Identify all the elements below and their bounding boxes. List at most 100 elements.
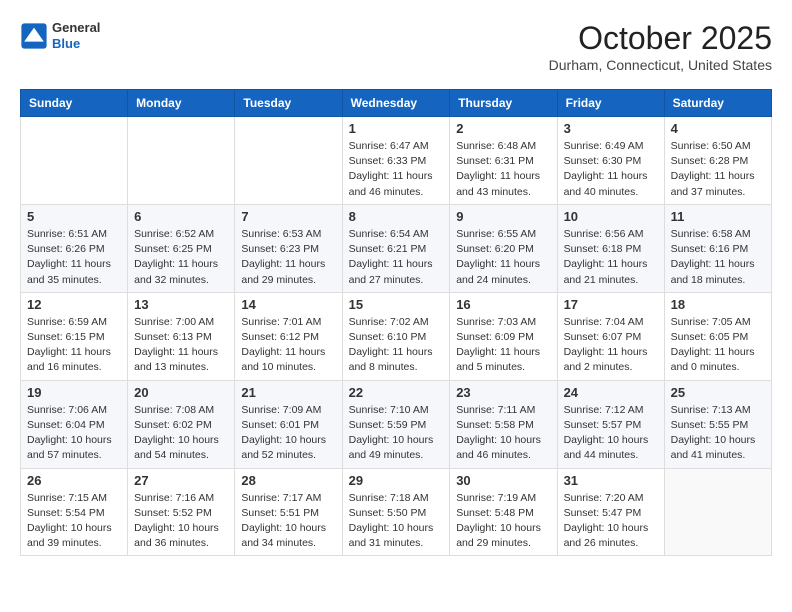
calendar-cell: 21 Sunrise: 7:09 AM Sunset: 6:01 PM Dayli… xyxy=(235,380,342,468)
day-info: Sunrise: 6:54 AM Sunset: 6:21 PM Dayligh… xyxy=(349,227,444,288)
logo-text: General Blue xyxy=(52,20,100,51)
calendar-cell: 1 Sunrise: 6:47 AM Sunset: 6:33 PM Daylig… xyxy=(342,117,450,205)
day-info: Sunrise: 6:48 AM Sunset: 6:31 PM Dayligh… xyxy=(456,139,550,200)
day-number: 30 xyxy=(456,473,550,488)
calendar-cell: 15 Sunrise: 7:02 AM Sunset: 6:10 PM Dayli… xyxy=(342,292,450,380)
day-number: 21 xyxy=(241,385,335,400)
day-info: Sunrise: 7:01 AM Sunset: 6:12 PM Dayligh… xyxy=(241,315,335,376)
calendar-cell: 28 Sunrise: 7:17 AM Sunset: 5:51 PM Dayli… xyxy=(235,468,342,556)
day-info: Sunrise: 7:05 AM Sunset: 6:05 PM Dayligh… xyxy=(671,315,765,376)
calendar-cell: 14 Sunrise: 7:01 AM Sunset: 6:12 PM Dayli… xyxy=(235,292,342,380)
day-number: 18 xyxy=(671,297,765,312)
calendar-cell: 23 Sunrise: 7:11 AM Sunset: 5:58 PM Dayli… xyxy=(450,380,557,468)
day-number: 8 xyxy=(349,209,444,224)
calendar-cell: 6Sunrise: 6:52 AM Sunset: 6:25 PM Daylig… xyxy=(128,204,235,292)
calendar-cell: 8 Sunrise: 6:54 AM Sunset: 6:21 PM Daylig… xyxy=(342,204,450,292)
weekday-header: Saturday xyxy=(664,90,771,117)
calendar-cell: 18 Sunrise: 7:05 AM Sunset: 6:05 PM Dayli… xyxy=(664,292,771,380)
calendar-cell: 22 Sunrise: 7:10 AM Sunset: 5:59 PM Dayli… xyxy=(342,380,450,468)
day-number: 26 xyxy=(27,473,121,488)
day-info: Sunrise: 7:03 AM Sunset: 6:09 PM Dayligh… xyxy=(456,315,550,376)
calendar-week-row: 26 Sunrise: 7:15 AM Sunset: 5:54 PM Dayli… xyxy=(21,468,772,556)
weekday-header: Wednesday xyxy=(342,90,450,117)
location: Durham, Connecticut, United States xyxy=(549,57,772,73)
day-info: Sunrise: 6:51 AM Sunset: 6:26 PM Dayligh… xyxy=(27,227,121,288)
month-title: October 2025 xyxy=(549,20,772,57)
day-number: 11 xyxy=(671,209,765,224)
title-block: October 2025 Durham, Connecticut, United… xyxy=(549,20,772,73)
day-info: Sunrise: 6:53 AM Sunset: 6:23 PM Dayligh… xyxy=(241,227,335,288)
day-number: 6 xyxy=(134,209,228,224)
calendar-cell: 30 Sunrise: 7:19 AM Sunset: 5:48 PM Dayli… xyxy=(450,468,557,556)
day-number: 12 xyxy=(27,297,121,312)
day-number: 23 xyxy=(456,385,550,400)
calendar-cell xyxy=(21,117,128,205)
day-number: 7 xyxy=(241,209,335,224)
day-number: 31 xyxy=(564,473,658,488)
day-number: 5 xyxy=(27,209,121,224)
calendar-cell: 9Sunrise: 6:55 AM Sunset: 6:20 PM Daylig… xyxy=(450,204,557,292)
day-info: Sunrise: 7:04 AM Sunset: 6:07 PM Dayligh… xyxy=(564,315,658,376)
day-number: 22 xyxy=(349,385,444,400)
logo-icon xyxy=(20,22,48,50)
day-info: Sunrise: 7:09 AM Sunset: 6:01 PM Dayligh… xyxy=(241,403,335,464)
day-number: 29 xyxy=(349,473,444,488)
logo-blue: Blue xyxy=(52,36,100,52)
calendar-cell: 17 Sunrise: 7:04 AM Sunset: 6:07 PM Dayli… xyxy=(557,292,664,380)
day-info: Sunrise: 7:10 AM Sunset: 5:59 PM Dayligh… xyxy=(349,403,444,464)
day-info: Sunrise: 6:59 AM Sunset: 6:15 PM Dayligh… xyxy=(27,315,121,376)
day-number: 2 xyxy=(456,121,550,136)
calendar-cell: 16 Sunrise: 7:03 AM Sunset: 6:09 PM Dayli… xyxy=(450,292,557,380)
day-info: Sunrise: 7:13 AM Sunset: 5:55 PM Dayligh… xyxy=(671,403,765,464)
calendar-cell: 4Sunrise: 6:50 AM Sunset: 6:28 PM Daylig… xyxy=(664,117,771,205)
day-info: Sunrise: 7:19 AM Sunset: 5:48 PM Dayligh… xyxy=(456,491,550,552)
calendar-cell: 11 Sunrise: 6:58 AM Sunset: 6:16 PM Dayli… xyxy=(664,204,771,292)
calendar-cell: 31 Sunrise: 7:20 AM Sunset: 5:47 PM Dayli… xyxy=(557,468,664,556)
day-number: 14 xyxy=(241,297,335,312)
day-info: Sunrise: 7:02 AM Sunset: 6:10 PM Dayligh… xyxy=(349,315,444,376)
calendar-week-row: 5 Sunrise: 6:51 AM Sunset: 6:26 PM Daylig… xyxy=(21,204,772,292)
day-info: Sunrise: 7:15 AM Sunset: 5:54 PM Dayligh… xyxy=(27,491,121,552)
calendar-cell: 3Sunrise: 6:49 AM Sunset: 6:30 PM Daylig… xyxy=(557,117,664,205)
weekday-header: Tuesday xyxy=(235,90,342,117)
day-info: Sunrise: 7:06 AM Sunset: 6:04 PM Dayligh… xyxy=(27,403,121,464)
day-info: Sunrise: 6:55 AM Sunset: 6:20 PM Dayligh… xyxy=(456,227,550,288)
calendar-cell: 20 Sunrise: 7:08 AM Sunset: 6:02 PM Dayli… xyxy=(128,380,235,468)
day-info: Sunrise: 6:56 AM Sunset: 6:18 PM Dayligh… xyxy=(564,227,658,288)
day-number: 4 xyxy=(671,121,765,136)
calendar-table: SundayMondayTuesdayWednesdayThursdayFrid… xyxy=(20,89,772,556)
day-info: Sunrise: 7:11 AM Sunset: 5:58 PM Dayligh… xyxy=(456,403,550,464)
weekday-header: Friday xyxy=(557,90,664,117)
day-number: 20 xyxy=(134,385,228,400)
day-number: 25 xyxy=(671,385,765,400)
day-info: Sunrise: 7:18 AM Sunset: 5:50 PM Dayligh… xyxy=(349,491,444,552)
day-info: Sunrise: 6:47 AM Sunset: 6:33 PM Dayligh… xyxy=(349,139,444,200)
day-info: Sunrise: 6:49 AM Sunset: 6:30 PM Dayligh… xyxy=(564,139,658,200)
day-info: Sunrise: 7:16 AM Sunset: 5:52 PM Dayligh… xyxy=(134,491,228,552)
calendar-week-row: 1 Sunrise: 6:47 AM Sunset: 6:33 PM Daylig… xyxy=(21,117,772,205)
day-number: 17 xyxy=(564,297,658,312)
day-info: Sunrise: 7:17 AM Sunset: 5:51 PM Dayligh… xyxy=(241,491,335,552)
weekday-header: Monday xyxy=(128,90,235,117)
day-info: Sunrise: 6:58 AM Sunset: 6:16 PM Dayligh… xyxy=(671,227,765,288)
calendar-cell: 19 Sunrise: 7:06 AM Sunset: 6:04 PM Dayli… xyxy=(21,380,128,468)
day-number: 16 xyxy=(456,297,550,312)
calendar-cell: 12 Sunrise: 6:59 AM Sunset: 6:15 PM Dayli… xyxy=(21,292,128,380)
calendar-cell: 26 Sunrise: 7:15 AM Sunset: 5:54 PM Dayli… xyxy=(21,468,128,556)
logo: General Blue xyxy=(20,20,100,51)
weekday-header: Sunday xyxy=(21,90,128,117)
day-number: 28 xyxy=(241,473,335,488)
calendar-week-row: 12 Sunrise: 6:59 AM Sunset: 6:15 PM Dayli… xyxy=(21,292,772,380)
day-info: Sunrise: 7:08 AM Sunset: 6:02 PM Dayligh… xyxy=(134,403,228,464)
calendar-cell: 13Sunrise: 7:00 AM Sunset: 6:13 PM Dayli… xyxy=(128,292,235,380)
day-number: 10 xyxy=(564,209,658,224)
calendar-cell: 7 Sunrise: 6:53 AM Sunset: 6:23 PM Daylig… xyxy=(235,204,342,292)
weekday-header: Thursday xyxy=(450,90,557,117)
day-number: 1 xyxy=(349,121,444,136)
page-header: General Blue October 2025 Durham, Connec… xyxy=(20,20,772,73)
calendar-cell: 5 Sunrise: 6:51 AM Sunset: 6:26 PM Daylig… xyxy=(21,204,128,292)
day-info: Sunrise: 7:20 AM Sunset: 5:47 PM Dayligh… xyxy=(564,491,658,552)
day-number: 19 xyxy=(27,385,121,400)
calendar-cell xyxy=(235,117,342,205)
day-number: 15 xyxy=(349,297,444,312)
